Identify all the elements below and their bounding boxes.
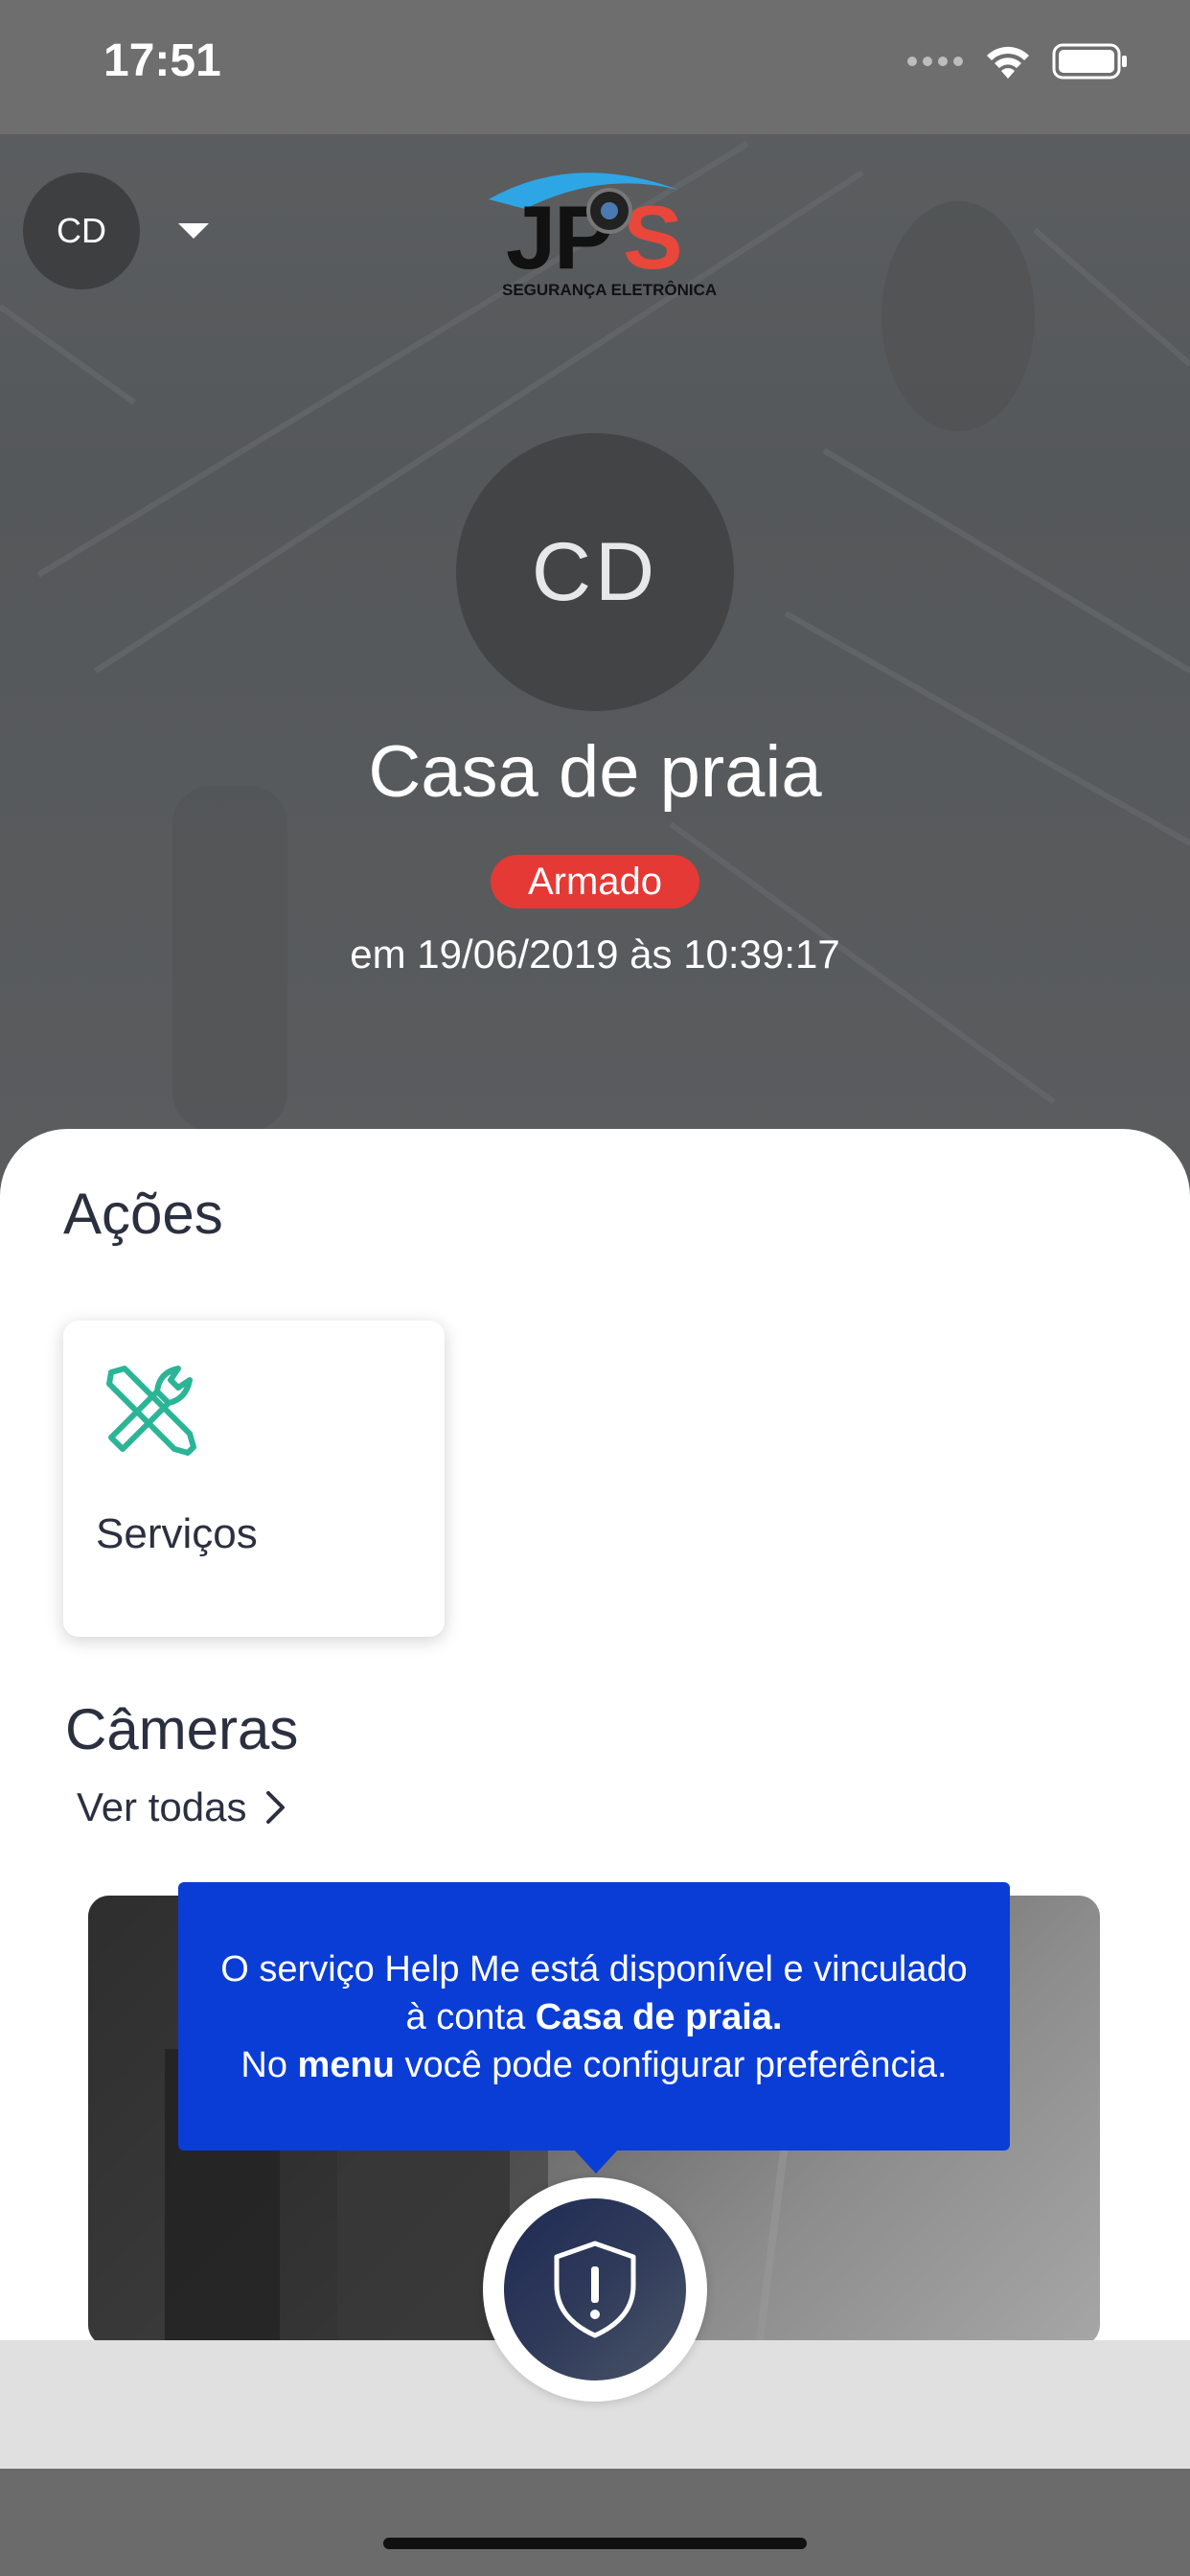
svg-text:J: J	[506, 187, 556, 288]
status-icons	[906, 42, 1129, 80]
actions-title: Ações	[63, 1182, 223, 1246]
tooltip-arrow	[573, 2149, 619, 2174]
wifi-icon	[987, 46, 1029, 79]
see-all-cameras-link[interactable]: Ver todas	[77, 1784, 286, 1830]
help-me-button-inner[interactable]	[504, 2198, 686, 2380]
see-all-label[interactable]: Ver todas	[77, 1784, 246, 1830]
profile-avatar: CD	[456, 433, 734, 711]
account-switcher[interactable]: CD	[23, 172, 209, 289]
tooltip-line-3-prefix: No	[240, 2045, 298, 2085]
services-action-card[interactable]: Serviços	[63, 1321, 445, 1637]
chevron-right-icon[interactable]	[265, 1790, 286, 1825]
account-avatar[interactable]: CD	[23, 172, 140, 289]
help-me-tooltip[interactable]: O serviço Help Me está disponível e vinc…	[178, 1882, 1010, 2150]
tooltip-line-2-prefix: à conta	[405, 1997, 536, 2037]
tooltip-menu-word: menu	[297, 2045, 395, 2085]
shield-alert-icon	[554, 2241, 636, 2338]
status-date: em 19/06/2019 às 10:39:17	[350, 932, 840, 977]
svg-text:S: S	[623, 187, 683, 288]
tooltip-line-3: No menu você pode configurar preferência…	[178, 2041, 1010, 2089]
brand-logo: J P S SEGURANÇA ELETRÔNICA	[487, 161, 726, 305]
battery-icon	[1052, 43, 1127, 80]
tooltip-line-1: O serviço Help Me está disponível e vinc…	[220, 1949, 968, 1990]
status-badge: Armado	[491, 855, 699, 908]
app-screen: 17:51 CD J P S SEGURANÇA ELETRÔNICA CD C…	[0, 0, 1190, 2576]
chevron-down-icon[interactable]	[178, 223, 209, 239]
tooltip-line-3-suffix: você pode configurar preferência.	[394, 2045, 948, 2085]
cameras-title: Câmeras	[65, 1697, 299, 1761]
signal-icon	[907, 57, 963, 66]
status-time: 17:51	[103, 35, 221, 86]
help-me-button[interactable]	[483, 2177, 707, 2402]
tools-icon	[106, 1366, 196, 1456]
tooltip-line-2: à conta Casa de praia.	[178, 1993, 1010, 2041]
services-label: Serviços	[96, 1510, 258, 1557]
tooltip-account-name: Casa de praia.	[535, 1997, 783, 2037]
home-indicator-area	[0, 2469, 1190, 2576]
status-bar: 17:51	[0, 0, 1190, 134]
home-indicator[interactable]	[383, 2538, 807, 2549]
place-name: Casa de praia	[368, 731, 822, 813]
svg-text:SEGURANÇA ELETRÔNICA: SEGURANÇA ELETRÔNICA	[502, 281, 717, 299]
